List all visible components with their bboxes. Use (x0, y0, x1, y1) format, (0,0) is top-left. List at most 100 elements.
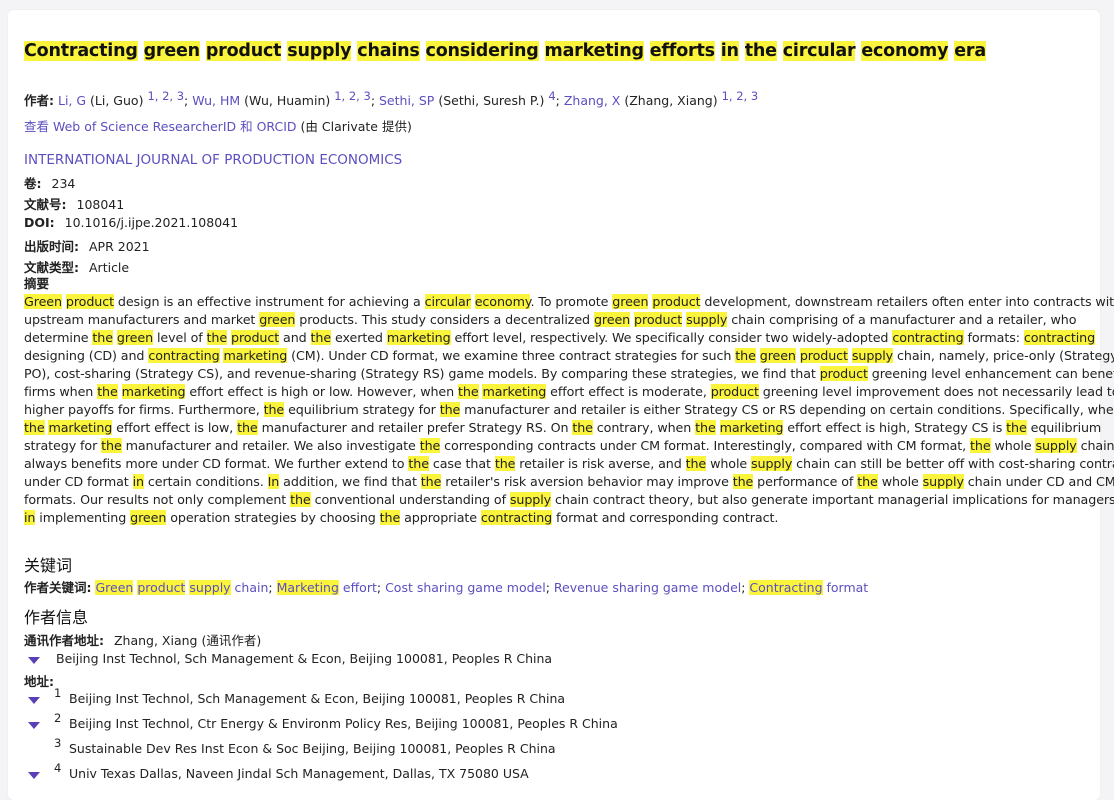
keyword-link[interactable]: Contracting format (749, 580, 868, 595)
corr-author-name: Zhang, Xiang (113, 633, 198, 648)
search-highlight: marketing (386, 330, 451, 345)
journal-line: INTERNATIONAL JOURNAL OF PRODUCTION ECON… (24, 152, 402, 168)
corr-author-label: 通讯作者地址: (24, 633, 104, 648)
search-highlight: marketing (223, 348, 288, 363)
chevron-down-icon[interactable] (28, 657, 40, 664)
search-highlight: In (267, 474, 280, 489)
author-link[interactable]: Sethi, SP (379, 93, 434, 108)
address-text: Beijing Inst Technol, Ctr Energy & Envir… (69, 716, 618, 731)
search-highlight: the (237, 420, 258, 435)
search-highlight: supply (922, 474, 964, 489)
title-highlight: era (954, 41, 986, 61)
corr-address: Beijing Inst Technol, Sch Management & E… (56, 651, 553, 666)
abstract-line: determine the green level of the product… (24, 330, 1096, 345)
search-highlight: contracting (892, 330, 964, 345)
meta-value: Article (89, 260, 130, 275)
search-highlight: the (379, 510, 401, 525)
search-highlight: green (759, 348, 796, 363)
abstract-line: designing (CD) and contracting marketing… (24, 348, 1114, 363)
search-highlight: green (593, 312, 631, 327)
search-highlight: supply (1035, 438, 1077, 453)
search-highlight: contracting (148, 348, 220, 363)
search-highlight: the (970, 438, 991, 453)
meta-row: 卷: 234 (24, 173, 75, 192)
author-link[interactable]: Li, G (58, 93, 86, 108)
meta-label: 出版时间: (24, 239, 79, 254)
chevron-down-icon[interactable] (28, 697, 40, 704)
chevron-down-icon[interactable] (28, 722, 40, 729)
title-highlight: the (744, 41, 777, 61)
abstract-line: formats. Our results not only complement… (24, 492, 1114, 507)
search-highlight: the (206, 330, 228, 345)
keyword-link[interactable]: Marketing effort (276, 580, 377, 595)
search-highlight: product (231, 330, 280, 345)
search-highlight: the (857, 474, 878, 489)
orcid-note: (由 Clarivate 提供) (300, 119, 412, 134)
title-highlight: efforts (649, 41, 715, 61)
keyword-link[interactable]: Cost sharing game model (385, 580, 546, 595)
orcid-line: 查看 Web of Science ResearcherID 和 ORCID (… (24, 116, 412, 135)
keywords-label: 作者关键词: (24, 580, 92, 595)
search-highlight: Contracting (749, 580, 823, 595)
search-highlight: the (420, 474, 442, 489)
keyword-link[interactable]: Green product supply chain (95, 580, 268, 595)
abstract-line: strategy for the manufacturer and retail… (24, 438, 1114, 453)
abstract-line: higher payoffs for firms. Furthermore, t… (24, 402, 1114, 417)
meta-row: 出版时间: APR 2021 (24, 236, 150, 255)
search-highlight: contracting (1023, 330, 1096, 345)
address-number: 2 (54, 711, 62, 725)
search-highlight: the (572, 420, 593, 435)
abstract-line: Green product design is an effective ins… (24, 294, 1114, 309)
corr-author-line: 通讯作者地址: Zhang, Xiang (通讯作者) (24, 630, 261, 649)
author-info-heading: 作者信息 (24, 608, 89, 627)
search-highlight: the (408, 456, 429, 471)
author-affiliation-refs[interactable]: 1, 2, 3 (722, 89, 759, 103)
orcid-link[interactable]: 查看 Web of Science ResearcherID 和 ORCID (24, 119, 297, 134)
search-highlight: marketing (482, 384, 547, 399)
search-highlight: the (695, 420, 716, 435)
author-affiliation-refs[interactable]: 1, 2, 3 (147, 89, 184, 103)
author-fullname: (Li, Guo) (90, 93, 144, 108)
address-number: 4 (54, 761, 62, 775)
search-highlight: the (458, 384, 479, 399)
author-link[interactable]: Wu, HM (192, 93, 240, 108)
corr-author-note: (通讯作者) (201, 633, 262, 648)
meta-row: 文献号: 108041 (24, 194, 124, 213)
title-highlight: green (143, 41, 200, 61)
abstract-line: always benefits more under CD format. We… (24, 456, 1114, 471)
title-highlight: considering (425, 41, 539, 61)
keyword-link[interactable]: Revenue sharing game model (554, 580, 741, 595)
abstract-line: under CD format in certain conditions. I… (24, 474, 1114, 489)
title-highlight: marketing (544, 41, 644, 61)
author-affiliation-refs[interactable]: 4 (548, 89, 555, 103)
record-card: Contracting green product supply chains … (8, 10, 1114, 800)
search-highlight: the (290, 492, 311, 507)
title-highlight: circular (782, 41, 856, 61)
authors-label: 作者: (24, 93, 54, 108)
search-highlight: green (612, 294, 649, 309)
search-highlight: marketing (48, 420, 113, 435)
search-highlight: product (799, 348, 848, 363)
search-highlight: economy (474, 294, 531, 309)
search-highlight: Marketing (276, 580, 339, 595)
meta-row: DOI: 10.1016/j.ijpe.2021.108041 (24, 215, 238, 230)
search-highlight: supply (851, 348, 894, 363)
search-highlight: the (439, 402, 461, 417)
search-highlight: product (710, 384, 759, 399)
abstract-line: firms when the marketing effort effect i… (24, 384, 1114, 399)
search-highlight: in (132, 474, 144, 489)
address-text: Beijing Inst Technol, Sch Management & E… (69, 691, 566, 706)
search-highlight: supply (189, 580, 231, 595)
title-highlight: in (720, 41, 739, 61)
chevron-down-icon[interactable] (28, 772, 40, 779)
search-highlight: supply (751, 456, 793, 471)
abstract-line: upstream manufacturers and market green … (24, 312, 1077, 327)
search-highlight: the (97, 384, 118, 399)
author-fullname: (Wu, Huamin) (244, 93, 331, 108)
search-highlight: marketing (121, 384, 186, 399)
journal-link[interactable]: INTERNATIONAL JOURNAL OF PRODUCTION ECON… (24, 152, 402, 168)
author-affiliation-refs[interactable]: 1, 2, 3 (334, 89, 371, 103)
author-link[interactable]: Zhang, X (564, 93, 621, 108)
title-highlight: Contracting (24, 41, 138, 61)
search-highlight: supply (509, 492, 552, 507)
